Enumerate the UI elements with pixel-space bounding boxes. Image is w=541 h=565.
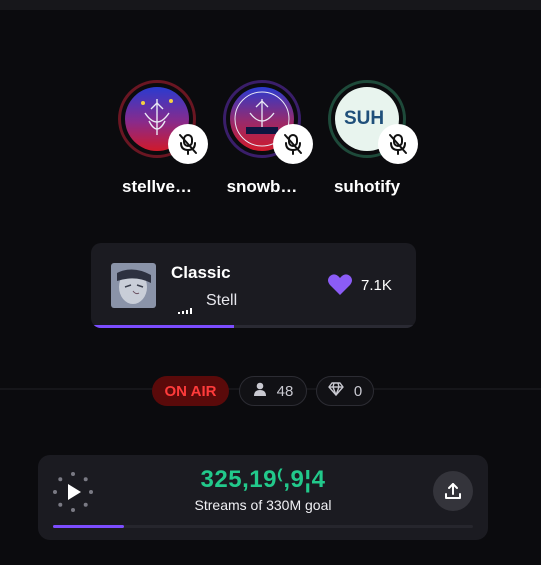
speaker-name: stellve… xyxy=(122,177,192,196)
track-progress-fill xyxy=(91,325,234,328)
logo-text: SUH xyxy=(343,108,385,129)
stream-goal-progress xyxy=(53,525,473,528)
upload-icon xyxy=(445,483,461,499)
stream-goal-label: Streams of 330M goal xyxy=(194,497,332,513)
now-playing-card[interactable]: Classic Stell 7.1K xyxy=(91,243,416,328)
mic-off-icon xyxy=(378,124,418,164)
listener-count: 48 xyxy=(276,382,294,400)
mic-off-icon xyxy=(168,124,208,164)
track-artist: Stell xyxy=(206,292,238,309)
on-air-label: ON AIR xyxy=(164,382,217,400)
listener-count-badge[interactable]: 48 xyxy=(239,376,307,406)
mic-off-icon xyxy=(273,124,313,164)
equalizer-icon xyxy=(178,301,198,314)
top-bar xyxy=(0,0,541,10)
diamond-icon xyxy=(328,382,344,400)
track-title: Classic xyxy=(171,263,231,282)
share-button[interactable] xyxy=(433,471,473,511)
album-cover xyxy=(111,263,156,308)
speaker-name: suhotify xyxy=(333,177,401,196)
stream-goal-progress-fill xyxy=(53,525,125,528)
gem-count-badge[interactable]: 0 xyxy=(316,376,374,406)
speaker-name: snowb… xyxy=(226,177,298,196)
person-icon xyxy=(253,382,267,400)
heart-icon[interactable] xyxy=(327,273,353,302)
on-air-badge: ON AIR xyxy=(152,376,229,406)
track-progress xyxy=(91,325,416,328)
stream-count: 325,19⁽,9¦4 xyxy=(200,466,326,493)
streams-card: 325,19⁽,9¦4 Streams of 330M goal xyxy=(38,455,488,540)
like-count: 7.1K xyxy=(361,277,392,294)
gem-count: 0 xyxy=(353,382,363,400)
